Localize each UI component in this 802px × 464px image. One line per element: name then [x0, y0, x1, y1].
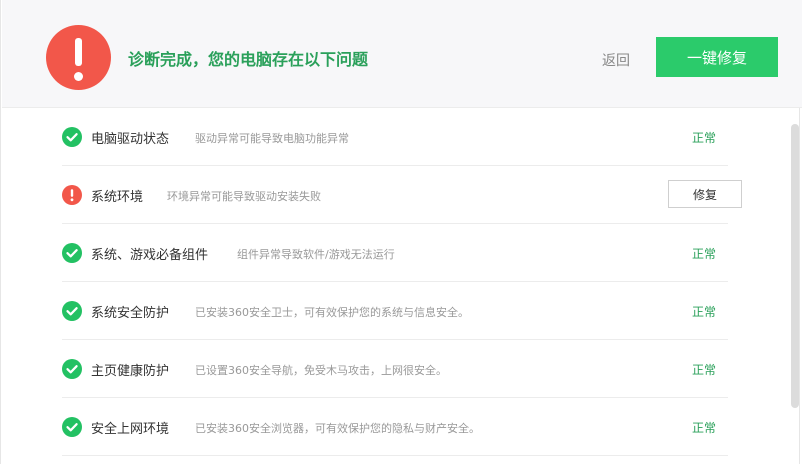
exclamation-circle-icon [62, 185, 82, 205]
check-circle-icon [62, 417, 82, 437]
item-description: 已安装360安全卫士，可有效保护您的系统与信息安全。 [195, 306, 469, 319]
status-label: 正常 [692, 421, 717, 435]
check-circle-icon [62, 301, 82, 321]
list-item: 系统安全防护 已安装360安全卫士，可有效保护您的系统与信息安全。 正常 [62, 282, 728, 340]
header-panel: 诊断完成，您的电脑存在以下问题 返回 一键修复 [2, 0, 802, 108]
scrollbar-thumb[interactable] [791, 124, 799, 408]
status-label: 正常 [692, 305, 717, 319]
item-description: 已设置360安全导航，免受木马攻击，上网很安全。 [195, 364, 447, 377]
diagnosis-list: 电脑驱动状态 驱动异常可能导致电脑功能异常 正常 系统环境 环境异常可能导致驱动… [62, 108, 742, 456]
status-label: 正常 [692, 247, 717, 261]
check-circle-icon [62, 359, 82, 379]
check-circle-icon [62, 243, 82, 263]
item-description: 驱动异常可能导致电脑功能异常 [195, 132, 349, 145]
item-description: 组件异常导致软件/游戏无法运行 [237, 248, 395, 261]
scrollbar[interactable] [790, 108, 800, 464]
item-name: 系统环境 [91, 190, 144, 205]
page-title: 诊断完成，您的电脑存在以下问题 [128, 50, 369, 69]
back-link[interactable]: 返回 [602, 50, 630, 70]
item-description: 已安装360安全浏览器，可有效保护您的隐私与财产安全。 [195, 422, 480, 435]
list-item: 电脑驱动状态 驱动异常可能导致电脑功能异常 正常 [62, 108, 728, 166]
item-description: 环境异常可能导致驱动安装失败 [167, 190, 321, 203]
item-name: 主页健康防护 [91, 364, 170, 379]
item-name: 安全上网环境 [91, 422, 170, 437]
list-item: 主页健康防护 已设置360安全导航，免受木马攻击，上网很安全。 正常 [62, 340, 728, 398]
repair-button[interactable]: 修复 [668, 180, 742, 208]
item-name: 电脑驱动状态 [91, 132, 170, 147]
fix-all-button[interactable]: 一键修复 [656, 37, 778, 77]
status-label: 正常 [692, 363, 717, 377]
status-label: 正常 [692, 131, 717, 145]
check-circle-icon [62, 127, 82, 147]
item-name: 系统、游戏必备组件 [91, 248, 209, 263]
item-name: 系统安全防护 [91, 306, 170, 321]
alert-exclamation-icon [46, 25, 111, 90]
diagnosis-window: 诊断完成，您的电脑存在以下问题 返回 一键修复 电脑驱动状态 驱动异常可能导致电… [0, 0, 802, 464]
list-item: 系统、游戏必备组件 组件异常导致软件/游戏无法运行 正常 [62, 224, 728, 282]
list-item: 系统环境 环境异常可能导致驱动安装失败 修复 [62, 166, 742, 224]
list-item: 安全上网环境 已安装360安全浏览器，可有效保护您的隐私与财产安全。 正常 [62, 398, 728, 456]
